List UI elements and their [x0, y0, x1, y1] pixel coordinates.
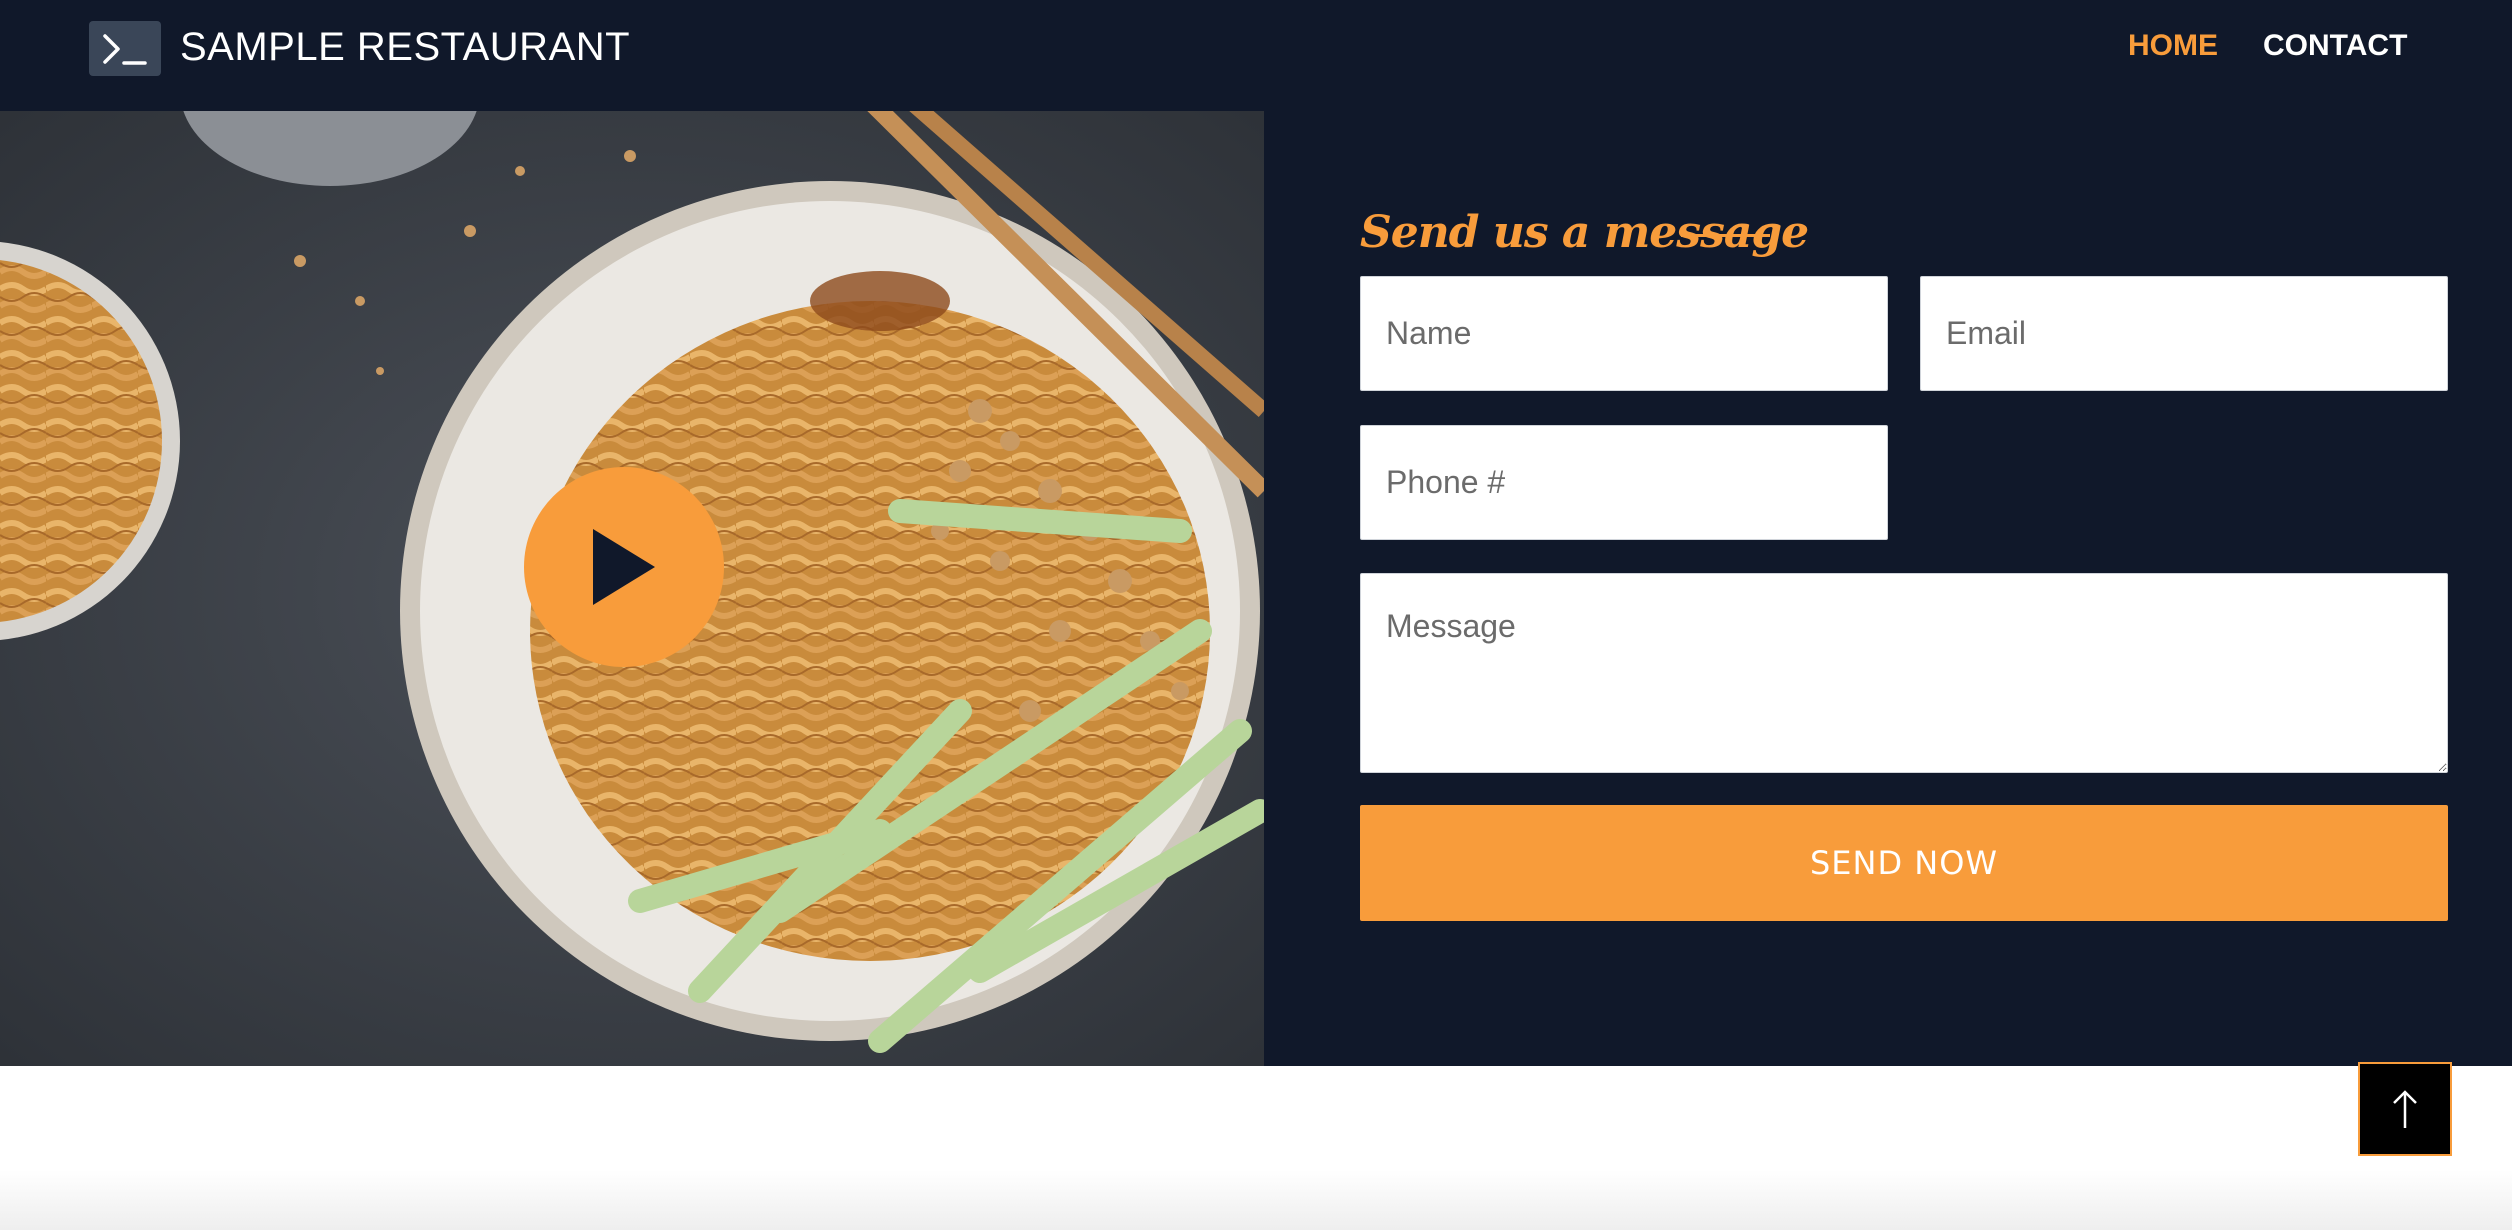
terminal-icon[interactable]: [89, 21, 161, 76]
nav-home-link[interactable]: HOME: [2128, 28, 2218, 64]
email-field[interactable]: [1920, 276, 2448, 391]
brand-name[interactable]: SAMPLE RESTAURANT: [180, 24, 630, 70]
back-to-top-button[interactable]: [2358, 1062, 2452, 1156]
footer-shade: [0, 1170, 2512, 1230]
play-icon: [593, 529, 655, 605]
name-field[interactable]: [1360, 276, 1888, 391]
message-field[interactable]: [1360, 573, 2448, 773]
arrow-up-icon: [2393, 1090, 2417, 1128]
play-video-button[interactable]: [524, 467, 724, 667]
title-underline: [1681, 234, 1770, 237]
phone-field[interactable]: [1360, 425, 1888, 540]
navbar: SAMPLE RESTAURANT HOME CONTACT: [0, 0, 2512, 111]
nav-contact-link[interactable]: CONTACT: [2263, 28, 2407, 64]
contact-section: Send us a message SEND NOW: [0, 111, 2512, 1066]
send-now-button[interactable]: SEND NOW: [1360, 805, 2448, 921]
noodle-bowl-photo: [0, 111, 1264, 1066]
form-title: Send us a message: [1360, 207, 1809, 258]
